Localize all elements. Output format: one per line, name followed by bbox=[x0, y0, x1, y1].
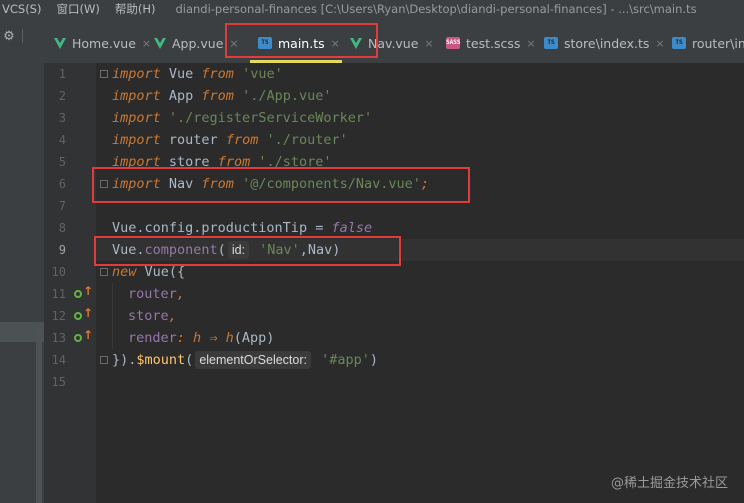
line-number: 10 bbox=[51, 265, 66, 279]
override-marker-icon[interactable]: ↑ bbox=[74, 306, 93, 323]
line-number: 6 bbox=[58, 177, 66, 191]
line-number-current: 9 bbox=[58, 243, 66, 257]
close-icon[interactable]: × bbox=[526, 37, 535, 50]
code-line-12: store, bbox=[128, 308, 177, 324]
line-number: 8 bbox=[58, 221, 66, 235]
line-number: 7 bbox=[58, 199, 66, 213]
tab-home-vue[interactable]: Home.vue × bbox=[54, 29, 151, 57]
menu-window[interactable]: 窗口(W) bbox=[53, 1, 102, 17]
ts-file-icon: TS bbox=[544, 37, 558, 49]
tab-store-index-ts[interactable]: TS store\index.ts × bbox=[544, 29, 665, 57]
tab-label: Home.vue bbox=[72, 35, 136, 51]
line-number: 4 bbox=[58, 133, 66, 147]
annotation-box-vue-component bbox=[94, 236, 401, 266]
close-icon[interactable]: × bbox=[142, 37, 151, 50]
line-number: 5 bbox=[58, 155, 66, 169]
tab-label: store\index.ts bbox=[564, 35, 650, 51]
override-marker-icon[interactable]: ↑ bbox=[74, 328, 93, 345]
line-number: 14 bbox=[51, 353, 66, 367]
tab-label: router\in bbox=[692, 35, 744, 51]
ts-file-icon: TS bbox=[672, 37, 686, 49]
line-number: 1 bbox=[58, 67, 66, 81]
annotation-box-import-nav bbox=[92, 167, 470, 203]
vue-icon bbox=[54, 37, 66, 49]
code-line-4: import router from './router' bbox=[112, 132, 348, 148]
sass-file-icon: SASS bbox=[446, 37, 460, 49]
code-line-14: }).$mount(elementOrSelector: '#app') bbox=[112, 351, 379, 369]
code-line-3: import './registerServiceWorker' bbox=[112, 110, 373, 126]
line-number: 11 bbox=[51, 287, 66, 301]
line-number: 3 bbox=[58, 111, 66, 125]
window-title: diandi-personal-finances [C:\Users\Ryan\… bbox=[175, 1, 697, 16]
editor-tab-bar: Home.vue × App.vue × TS main.ts × Nav.vu… bbox=[44, 17, 744, 63]
code-content[interactable]: import Vue from 'vue' import App from '.… bbox=[112, 63, 429, 393]
code-line-2: import App from './App.vue' bbox=[112, 88, 332, 104]
vue-icon bbox=[154, 37, 166, 49]
tab-router-index-ts[interactable]: TS router\in bbox=[672, 29, 744, 57]
tab-test-scss[interactable]: SASS test.scss × bbox=[446, 29, 536, 57]
close-icon[interactable]: × bbox=[424, 37, 433, 50]
tab-label: App.vue bbox=[172, 35, 224, 51]
fold-marker-icon[interactable] bbox=[100, 268, 108, 276]
divider bbox=[22, 29, 23, 43]
line-number: 13 bbox=[51, 331, 66, 345]
editor-gutter: 1 2 3 4 5 6 7 8 9 10 11 ↑ 12 ↑ 13 ↑ 14 1… bbox=[44, 63, 96, 503]
code-line-13: render: h ⇒ h(App) bbox=[128, 330, 275, 346]
code-line-11: router, bbox=[128, 286, 185, 302]
close-icon[interactable]: × bbox=[655, 37, 664, 50]
project-panel-stripe: ⚙ bbox=[0, 17, 44, 503]
watermark: @稀土掘金技术社区 bbox=[610, 476, 728, 491]
annotation-box-main-ts-tab bbox=[225, 23, 378, 58]
parameter-hint: elementOrSelector: bbox=[195, 351, 311, 369]
line-number: 12 bbox=[51, 309, 66, 323]
project-panel-scrollbar[interactable] bbox=[36, 327, 42, 503]
fold-marker-icon[interactable] bbox=[100, 70, 108, 78]
gear-icon[interactable]: ⚙ bbox=[0, 29, 18, 44]
fold-marker-icon[interactable] bbox=[100, 356, 108, 364]
menu-bar: VCS(S) 窗口(W) 帮助(H) diandi-personal-finan… bbox=[0, 0, 744, 17]
code-line-1: import Vue from 'vue' bbox=[112, 66, 283, 82]
line-number: 15 bbox=[51, 375, 66, 389]
tab-label: test.scss bbox=[466, 35, 521, 51]
code-editor[interactable]: 1 2 3 4 5 6 7 8 9 10 11 ↑ 12 ↑ 13 ↑ 14 1… bbox=[44, 63, 744, 503]
menu-vcs[interactable]: VCS(S) bbox=[0, 2, 44, 16]
override-marker-icon[interactable]: ↑ bbox=[74, 284, 93, 301]
menu-help[interactable]: 帮助(H) bbox=[112, 1, 159, 17]
line-number: 2 bbox=[58, 89, 66, 103]
